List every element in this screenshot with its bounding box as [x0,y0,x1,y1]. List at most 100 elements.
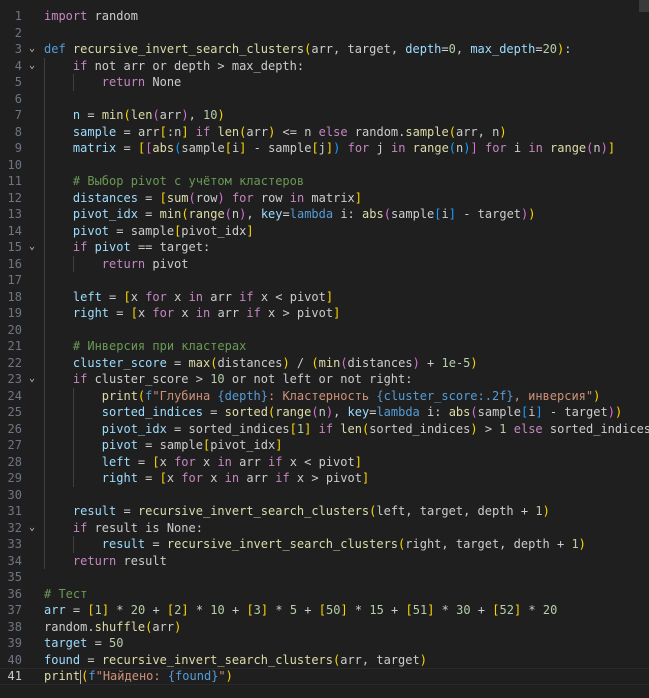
code-token: left, target, depth + [376,504,536,518]
code-token: in [217,454,232,469]
code-token: found [44,652,81,667]
code-line[interactable]: 11 # Выбор pivot с учётом кластеров [0,173,649,190]
code-line[interactable]: 18 left = [x for x in arr if x < pivot] [0,289,649,306]
code-line[interactable]: 35 [0,569,649,586]
code-token: if [318,421,334,436]
code-token: n [593,141,601,155]
code-line[interactable]: 29 right = [x for x in arr if x > pivot] [0,470,649,487]
code-token: for [484,141,507,155]
code-line[interactable]: 9 matrix = [[abs(sample[i] - sample[j]) … [0,140,649,157]
code-line[interactable]: 37 arr = [1] * 20 + [2] * 10 + [3] * 5 + … [0,602,649,619]
code-token: return [101,75,146,89]
code-token: ) [542,504,550,518]
code-line[interactable]: 5 return None [0,74,649,91]
code-line[interactable]: 32 ⌄ if result is None: [0,520,649,537]
line-number: 2 [14,25,22,40]
code-line[interactable]: 7 n = min(len(arr), 10) [0,107,649,124]
code-line[interactable]: 10 [0,157,649,174]
code-line[interactable]: 8 sample = arr[:n] if len (arr) <= n else… [0,124,649,141]
code-line[interactable]: 41 print(f"Найдено: {found}") [0,668,649,685]
code-token: row [253,190,290,205]
fold-chevron-icon[interactable]: ⌄ [29,58,35,75]
code-token: result [101,537,146,551]
code-token: 1 [571,537,579,551]
code-token: sorted_indices [369,421,471,436]
code-token: ] [246,223,254,238]
code-token: + [470,603,493,617]
code-line[interactable]: 6 [0,91,649,108]
code-line[interactable]: 4 ⌄ if not arr or depth > max_depth: [0,58,649,75]
code-line[interactable]: 36 # Тест [0,586,649,603]
code-token: sorted [224,405,268,419]
code-editor[interactable]: 1 import random 2 3 ⌄ def recursive_invert_se… [0,0,649,698]
code-line[interactable]: 1 import random [0,8,649,25]
line-number: 21 [7,339,22,353]
code-line[interactable]: 19 right = [x for x in arr if x > pivot] [0,305,649,322]
code-line[interactable]: 31 result = recursive_invert_search_clus… [0,503,649,520]
code-line[interactable]: 22 cluster_score = max(distances) / (min… [0,355,649,372]
fold-chevron-icon[interactable]: ⌄ [29,239,35,256]
line-number: 18 [7,289,22,304]
line-number: 1 [14,9,22,23]
code-token: pivot_idx [210,438,276,452]
code-line[interactable]: 2 [0,25,649,42]
code-line[interactable]: 21 # Инверсия при кластерах [0,338,649,355]
code-line[interactable]: 39 target = 50 [0,635,649,652]
code-token: j [369,141,391,155]
code-token: sample [477,405,521,419]
code-token: if [72,372,88,386]
code-line[interactable]: 20 [0,322,649,339]
code-token: ] [275,438,283,452]
code-line[interactable]: 30 [0,487,649,504]
code-line[interactable]: 24 print(f"Глубина {depth}: Кластерность… [0,388,649,405]
code-token: 10 [203,108,218,122]
code-line[interactable]: 12 distances = [sum(row) for row in matr… [0,190,649,207]
code-line[interactable]: 40 found = recursive_invert_search_cluste… [0,652,649,669]
code-line[interactable]: 15 ⌄ if pivot == target: [0,239,649,256]
code-text: # Выбор pivot с учётом кластеров [44,173,304,190]
code-line[interactable]: 25 sorted_indices = sorted(range(n), key… [0,404,649,421]
code-token: arr, n [455,124,500,139]
code-token: = [87,636,110,650]
code-line[interactable]: 14 pivot = sample[pivot_idx] [0,223,649,240]
code-line[interactable]: 27 pivot = sample[pivot_idx] [0,437,649,454]
code-token: = [282,207,290,221]
code-line[interactable]: 28 left = [x for x in arr if x < pivot] [0,454,649,471]
line-number: 31 [7,504,22,518]
code-token: row [195,190,218,205]
code-token: print [101,388,138,403]
code-text: if cluster_score > 10 or not left or not… [44,371,413,388]
code-token: i: [419,405,449,419]
code-text: matrix = [[abs(sample[i] - sample[j]) fo… [44,140,615,157]
code-token: [ [318,603,326,617]
code-token: = [116,504,138,518]
code-line[interactable]: 23 ⌄ if cluster_score > 10 or not left or… [0,371,649,388]
code-line[interactable]: 38 random.shuffle(arr) [0,619,649,636]
code-line[interactable]: 3 ⌄ def recursive_invert_search_clusters(a… [0,41,649,58]
code-token: in [289,190,305,205]
code-line[interactable]: 26 pivot_idx = sorted_indices[1] if len(… [0,421,649,438]
code-line[interactable]: 13 pivot_idx = min(range(n), key=lambda … [0,206,649,223]
line-number: 3 [14,42,22,56]
code-line[interactable]: 16 return pivot [0,256,649,273]
code-token: range [188,207,225,221]
line-number: 6 [14,91,22,106]
line-number: 34 [7,553,22,568]
code-token: * [109,603,131,617]
code-token: [ [123,289,131,304]
code-line[interactable]: 34 return result [0,553,649,570]
fold-chevron-icon[interactable]: ⌄ [29,371,35,388]
code-token: * [188,603,211,617]
code-line[interactable]: 17 [0,272,649,289]
code-token: = sorted_indices [166,421,290,436]
code-token: in [528,141,543,155]
code-line[interactable]: 33 result = recursive_invert_search_clus… [0,536,649,553]
code-token: = [80,652,102,667]
fold-chevron-icon[interactable]: ⌄ [29,520,35,537]
fold-chevron-icon[interactable]: ⌄ [29,41,35,58]
code-token: random. [44,619,95,634]
code-text: sample = arr[:n] if len (arr) <= n else r… [44,124,507,141]
code-token: lambda [376,405,420,419]
